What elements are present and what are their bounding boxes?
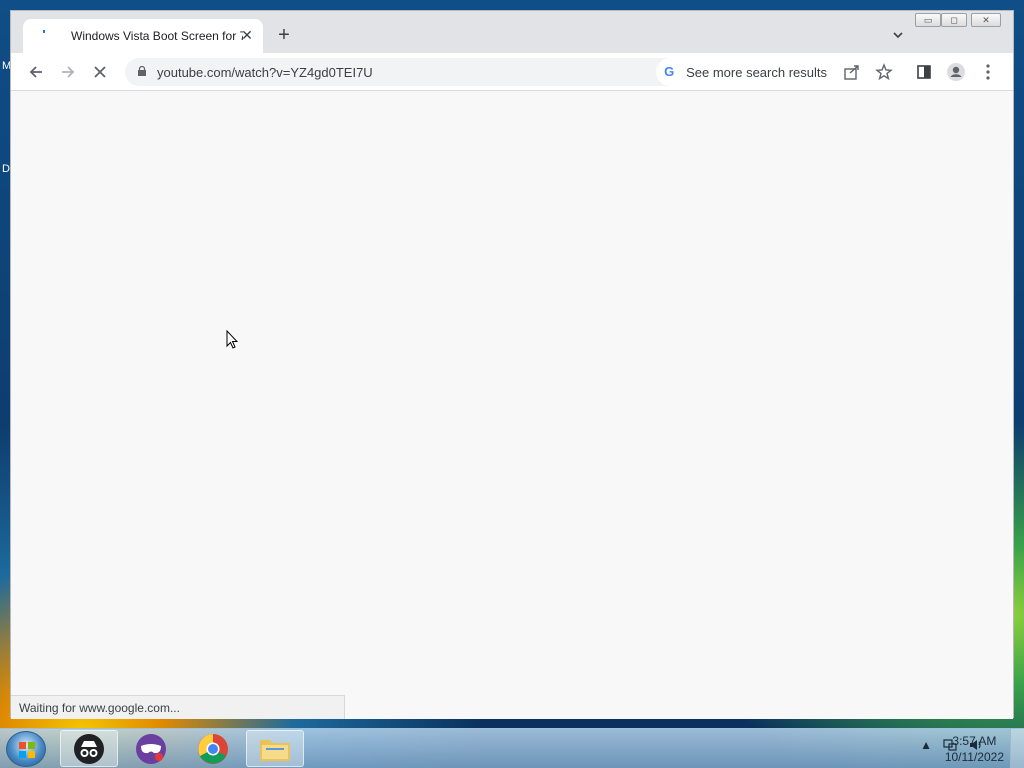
profile-avatar-icon[interactable] <box>945 61 967 83</box>
see-more-search-results-chip[interactable]: G See more search results <box>656 58 837 86</box>
taskbar-explorer-app[interactable] <box>246 730 304 767</box>
tab-search-chevron-icon[interactable] <box>891 28 905 42</box>
desktop-label-2: D <box>2 163 10 175</box>
see-more-label: See more search results <box>686 64 827 80</box>
new-tab-button[interactable]: + <box>273 25 295 47</box>
active-tab[interactable]: Windows Vista Boot Screen for 7 ✕ <box>23 19 263 53</box>
lock-icon <box>138 66 146 76</box>
taskbar-mask-app[interactable] <box>122 730 180 767</box>
taskbar-incognito-app[interactable] <box>60 730 118 767</box>
forward-button[interactable] <box>57 61 79 83</box>
windows-logo-icon <box>19 742 35 758</box>
back-button[interactable] <box>25 61 47 83</box>
clock-time: 3:57 AM <box>952 734 997 748</box>
browser-toolbar: youtube.com/watch?v=YZ4gd0TEI7U G See mo… <box>11 53 1013 91</box>
tab-title: Windows Vista Boot Screen for 7 <box>71 29 243 43</box>
taskbar: ▲ 3:57 AM 10/11/2022 <box>0 728 1024 768</box>
address-bar[interactable]: youtube.com/watch?v=YZ4gd0TEI7U G See mo… <box>125 58 837 86</box>
show-desktop-button[interactable] <box>1010 729 1024 768</box>
tab-close-icon[interactable]: ✕ <box>239 27 255 43</box>
tab-strip: Windows Vista Boot Screen for 7 ✕ + ▭ ◻ … <box>11 11 1013 53</box>
taskbar-clock[interactable]: 3:57 AM 10/11/2022 <box>945 733 1004 765</box>
maximize-button[interactable]: ◻ <box>941 13 967 27</box>
bookmark-star-icon[interactable] <box>873 61 895 83</box>
clock-date: 10/11/2022 <box>944 750 1004 764</box>
chrome-icon <box>198 733 228 764</box>
browser-window: Windows Vista Boot Screen for 7 ✕ + ▭ ◻ … <box>10 10 1014 719</box>
taskbar-chrome-app[interactable] <box>184 730 242 767</box>
show-hidden-icons-chevron-icon[interactable]: ▲ <box>920 738 932 752</box>
side-panel-icon[interactable] <box>913 61 935 83</box>
page-content: Waiting for www.google.com... <box>11 91 1013 719</box>
loading-spinner-icon <box>37 28 53 44</box>
close-window-button[interactable]: ✕ <box>971 13 1001 27</box>
minimize-button[interactable]: ▭ <box>915 13 941 27</box>
folder-icon <box>260 739 290 761</box>
start-button[interactable] <box>6 731 46 767</box>
incognito-icon <box>74 733 104 764</box>
google-icon: G <box>664 64 675 79</box>
stop-loading-button[interactable] <box>89 61 111 83</box>
share-icon[interactable] <box>841 61 863 83</box>
more-options-icon[interactable] <box>977 61 999 83</box>
mask-app-icon <box>136 733 166 764</box>
mouse-cursor-icon <box>226 330 238 349</box>
status-bubble: Waiting for www.google.com... <box>11 695 345 719</box>
url-text: youtube.com/watch?v=YZ4gd0TEI7U <box>157 65 373 80</box>
